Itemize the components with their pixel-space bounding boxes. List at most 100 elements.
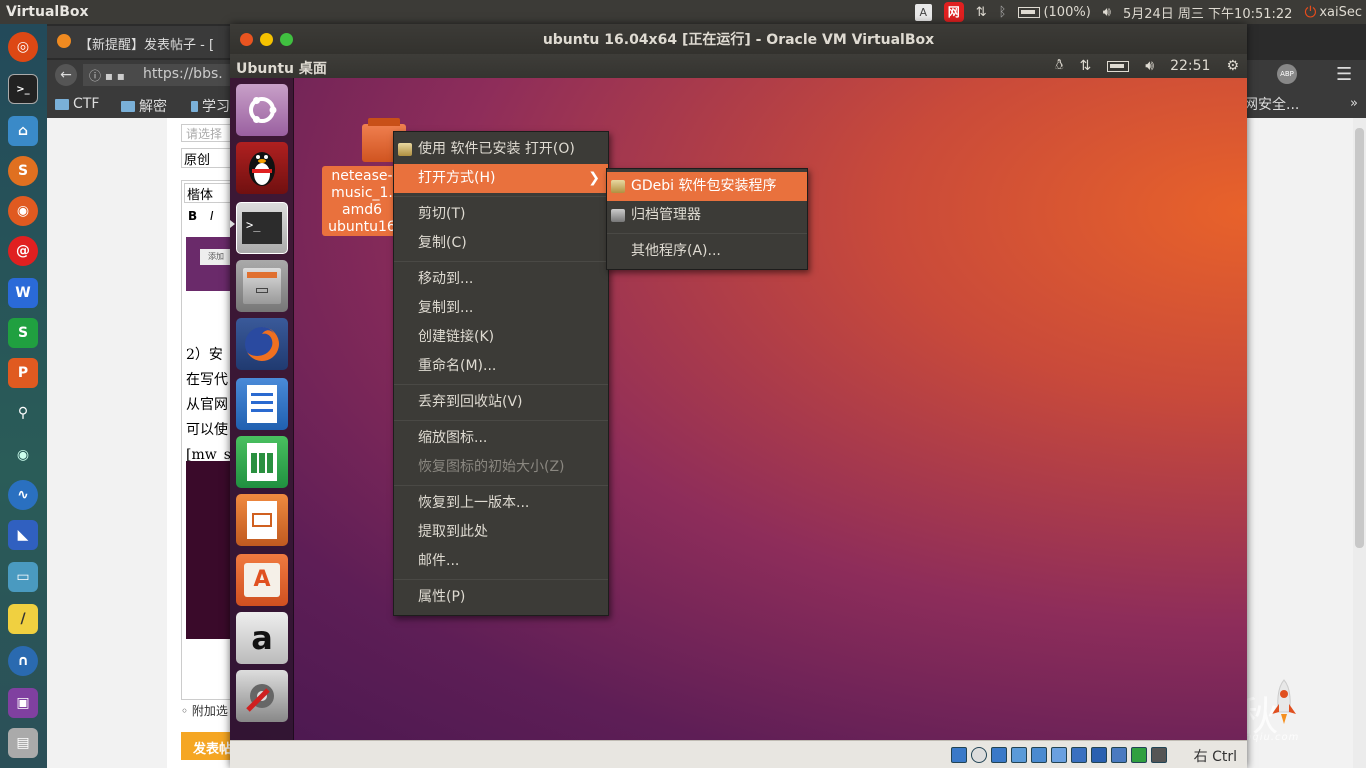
context-menu-item[interactable]: 剪切(T) xyxy=(394,200,608,229)
recording-status-icon[interactable] xyxy=(1091,747,1107,763)
context-menu-item[interactable]: 使用 软件已安装 打开(O) xyxy=(394,135,608,164)
usb-status-icon[interactable] xyxy=(1031,747,1047,763)
guest-files-icon[interactable] xyxy=(236,260,288,312)
attach-options[interactable]: ◦ 附加选 xyxy=(181,702,237,720)
guest-volume-icon[interactable]: 🔊︎ xyxy=(1145,58,1154,74)
guest-qq-icon[interactable] xyxy=(236,142,288,194)
netease-music-icon[interactable]: 网 xyxy=(943,2,964,22)
submenu-item[interactable]: 归档管理器 xyxy=(607,201,807,230)
type-select[interactable]: 原创 xyxy=(181,148,237,168)
files-icon[interactable]: ⌂ xyxy=(8,116,38,146)
keyboard-indicator-icon[interactable]: A xyxy=(914,3,932,21)
terminal-icon[interactable]: >_ xyxy=(8,74,38,104)
context-menu-item[interactable]: 创建链接(K) xyxy=(394,323,608,352)
impress-doc-icon xyxy=(247,501,277,539)
cpu-status-icon[interactable] xyxy=(1111,747,1127,763)
maximize-button[interactable] xyxy=(280,33,293,46)
bold-button[interactable]: B xyxy=(188,209,197,223)
wps-writer-icon[interactable]: W xyxy=(8,278,38,308)
context-menu-item[interactable]: 复制(C) xyxy=(394,229,608,258)
adblock-icon[interactable]: ABP xyxy=(1277,64,1297,84)
guest-writer-icon[interactable] xyxy=(236,378,288,430)
editor-area: 请选择 原创 楷体 B I 添加 2）安 在写代 从官网 可以使 [mw_sh … xyxy=(167,118,240,768)
mail-icon[interactable]: ◣ xyxy=(8,520,38,550)
guest-gear-icon[interactable]: ⚙ xyxy=(1226,58,1239,74)
back-button[interactable]: ← xyxy=(55,64,77,86)
menu-separator xyxy=(394,384,608,385)
guest-network-icon[interactable]: ⇅ xyxy=(1080,58,1092,74)
bookmark-folder-decrypt[interactable]: 解密 xyxy=(121,96,167,116)
drive-icon[interactable]: ▤ xyxy=(8,728,38,758)
context-menu-item[interactable]: 提取到此处 xyxy=(394,518,608,547)
shared-folder-icon[interactable] xyxy=(1051,747,1067,763)
volume-icon[interactable]: 🔊︎ xyxy=(1103,5,1111,20)
guest-top-panel: Ubuntu 桌面 🐧︎ ⇅ 🔊︎ 22:51 ⚙ xyxy=(230,54,1247,78)
bluetooth-icon[interactable]: ᛒ xyxy=(999,5,1007,20)
network-tool-icon[interactable]: ⚲ xyxy=(8,398,38,428)
menu-icon[interactable]: ☰ xyxy=(1336,64,1352,85)
guest-dash-icon[interactable] xyxy=(236,84,288,136)
context-menu-item[interactable]: 复制到... xyxy=(394,294,608,323)
scrollbar-thumb[interactable] xyxy=(1355,128,1364,548)
open-with-submenu: GDebi 软件包安装程序 归档管理器其他程序(A)... xyxy=(606,168,808,270)
bookmark-folder-ctf[interactable]: CTF xyxy=(55,96,99,112)
ubuntu-dash-icon[interactable]: ◎ xyxy=(8,32,38,62)
browser-scrollbar[interactable] xyxy=(1353,118,1366,768)
bookmark-folder-study[interactable]: 学习 xyxy=(191,96,230,116)
guest-time[interactable]: 22:51 xyxy=(1170,58,1210,74)
screenshot-icon[interactable]: ▭ xyxy=(8,562,38,592)
guest-settings-icon[interactable] xyxy=(236,670,288,722)
audio-status-icon[interactable] xyxy=(991,747,1007,763)
eye-icon[interactable]: ◉ xyxy=(8,440,38,470)
context-menu-item[interactable]: 丢弃到回收站(V) xyxy=(394,388,608,417)
chevron-more-icon[interactable]: » xyxy=(1350,96,1358,111)
bookmark-item[interactable]: 网安全... xyxy=(1244,94,1299,114)
guest-impress-icon[interactable] xyxy=(236,494,288,546)
video-icon[interactable]: ▣ xyxy=(8,688,38,718)
mouse-integration-icon[interactable] xyxy=(1131,747,1147,763)
monitor-icon[interactable]: ∿ xyxy=(8,480,38,510)
minimize-button[interactable] xyxy=(260,33,273,46)
wps-sheet-icon[interactable]: S xyxy=(8,318,38,348)
submit-post-button[interactable]: 发表帖 xyxy=(181,732,237,760)
font-select[interactable]: 楷体 xyxy=(184,183,234,203)
context-menu-item[interactable]: 重命名(M)... xyxy=(394,352,608,381)
category-select[interactable]: 请选择 xyxy=(181,124,237,142)
app-icon[interactable]: ∩ xyxy=(8,646,38,676)
context-menu-item[interactable]: 移动到... xyxy=(394,265,608,294)
network-icon[interactable]: ⇅ xyxy=(976,5,987,20)
guest-calc-icon[interactable] xyxy=(236,436,288,488)
context-menu-item[interactable]: 恢复到上一版本... xyxy=(394,489,608,518)
italic-button[interactable]: I xyxy=(210,209,214,223)
browser-tab[interactable]: 【新提醒】发表帖子 - [ xyxy=(47,26,237,58)
submenu-item[interactable]: 其他程序(A)... xyxy=(607,237,807,266)
context-menu-item[interactable]: 缩放图标... xyxy=(394,424,608,453)
context-menu-item[interactable]: 属性(P) xyxy=(394,583,608,612)
wps-presentation-icon[interactable]: P xyxy=(8,358,38,388)
keyboard-status-icon[interactable] xyxy=(1151,747,1167,763)
guest-firefox-icon[interactable] xyxy=(236,318,288,370)
guest-battery-icon[interactable] xyxy=(1107,60,1130,72)
network-status-icon[interactable] xyxy=(1011,747,1027,763)
session-menu[interactable]: ⏻ xaiSec xyxy=(1304,3,1362,21)
notes-icon[interactable]: / xyxy=(8,604,38,634)
guest-software-center-icon[interactable]: A xyxy=(236,554,288,606)
guest-amazon-icon[interactable]: a xyxy=(236,612,288,664)
display-status-icon[interactable] xyxy=(1071,747,1087,763)
qq-tray-icon[interactable]: 🐧︎ xyxy=(1055,57,1064,75)
datetime[interactable]: 5月24日 周三 下午10:51:22 xyxy=(1123,3,1292,22)
hdd-status-icon[interactable] xyxy=(951,747,967,763)
sublime-icon[interactable]: S xyxy=(8,156,38,186)
close-button[interactable] xyxy=(240,33,253,46)
submenu-item[interactable]: GDebi 软件包安装程序 xyxy=(607,172,807,201)
optical-status-icon[interactable] xyxy=(971,747,987,763)
vbox-titlebar[interactable]: ubuntu 16.04x64 [正在运行] - Oracle VM Virtu… xyxy=(230,24,1247,54)
firefox-icon[interactable]: ◉ xyxy=(8,196,38,226)
rich-editor[interactable]: 楷体 B I 添加 2）安 在写代 从官网 可以使 [mw_sh xyxy=(181,180,240,700)
guest-terminal-icon[interactable]: >_ xyxy=(236,202,288,254)
netease-launcher-icon[interactable]: @ xyxy=(8,236,38,266)
context-menu-item[interactable]: 邮件... xyxy=(394,547,608,576)
battery-indicator[interactable]: (100%) xyxy=(1018,5,1091,20)
vm-screen[interactable]: Ubuntu 桌面 🐧︎ ⇅ 🔊︎ 22:51 ⚙ >_ A a netease… xyxy=(230,54,1247,740)
context-menu-item[interactable]: 打开方式(H) ❯ xyxy=(394,164,608,193)
